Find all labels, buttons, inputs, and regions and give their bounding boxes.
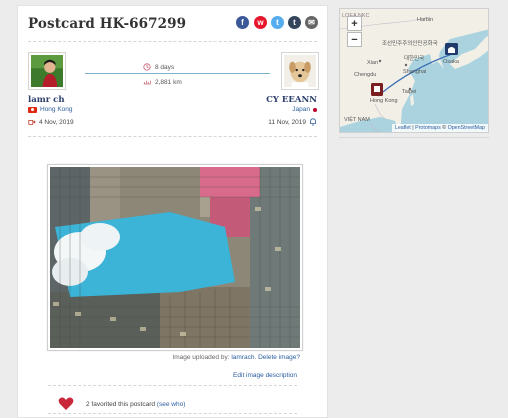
protomaps-link[interactable]: Protomaps [415, 125, 441, 131]
sender-name[interactable]: lamr ch [28, 95, 65, 105]
japan-flag-icon [313, 107, 317, 112]
map-label-taipei: Taipei [402, 89, 417, 95]
profile-divider [28, 136, 317, 137]
twitter-share-icon[interactable]: t [271, 16, 284, 29]
title-divider [28, 41, 317, 42]
weibo-share-icon[interactable]: w [254, 16, 267, 29]
uploaded-prefix: Image uploaded by: [172, 354, 230, 361]
image-upload-info: Image uploaded by: lamrach. Delete image… [172, 354, 300, 361]
travel-distance: 2,881 km [143, 78, 182, 86]
map-label-shanghai: Shanghai [403, 69, 427, 75]
hong-kong-flag-icon [28, 106, 37, 113]
map-zoom-out-button[interactable]: − [347, 32, 362, 47]
heart-icon[interactable] [58, 397, 74, 411]
map-label-vietnam: VIỆT NAM [344, 117, 370, 123]
postcard-image [50, 167, 300, 348]
sent-postcard-icon [28, 120, 36, 125]
uploader-link[interactable]: lamrach [231, 354, 254, 361]
delete-image-link[interactable]: Delete image? [258, 354, 300, 361]
sent-date-label: 4 Nov, 2019 [39, 118, 74, 126]
received-date: 11 Nov, 2019 [268, 118, 317, 126]
edit-image-description-link[interactable]: Edit image description [233, 372, 297, 379]
openstreetmap-link[interactable]: OpenStreetMap [448, 125, 485, 131]
tumblr-share-icon[interactable]: t [288, 16, 301, 29]
receiver-country-label: Japan [292, 106, 310, 113]
sender-avatar[interactable] [28, 52, 66, 90]
travel-line [85, 73, 270, 74]
travel-duration: 8 days [143, 63, 174, 71]
sent-date: 4 Nov, 2019 [28, 118, 74, 126]
route-map[interactable]: LOEA NKC Harbin 조선민주주의인민공화국 대한민국 Xian Sh… [339, 8, 489, 133]
sender-country[interactable]: Hong Kong [28, 106, 73, 113]
page-title: Postcard HK-667299 [28, 16, 187, 32]
receiver-name[interactable]: CY EEANN [266, 95, 317, 105]
receiver-avatar[interactable] [281, 52, 319, 90]
map-label-hong-kong: Hong Kong [370, 98, 398, 104]
map-label-xian: Xian [367, 60, 379, 66]
sender-avatar-image [31, 55, 63, 87]
facebook-share-icon[interactable]: f [236, 16, 249, 29]
map-zoom-in-button[interactable]: + [347, 16, 362, 31]
receiver-country[interactable]: Japan [292, 106, 317, 113]
leaflet-link[interactable]: Leaflet [395, 125, 411, 131]
favorites-bottom-divider [48, 413, 297, 414]
postcard-image-frame[interactable] [47, 164, 303, 351]
distance-icon [143, 80, 151, 85]
favorites-top-divider [48, 385, 297, 386]
map-label-harbin: Harbin [417, 17, 434, 23]
mailbox-icon [310, 118, 316, 126]
favorites-count-text: 2 favorited this postcard [86, 400, 156, 408]
see-who-link[interactable]: (see who) [157, 401, 186, 408]
map-label-osaka: Osaka [443, 59, 459, 65]
sender-country-label: Hong Kong [40, 106, 73, 113]
favorites-row: 2 favorited this postcard (see who) [58, 397, 185, 411]
travel-duration-label: 8 days [155, 63, 175, 71]
travel-distance-label: 2,881 km [155, 78, 182, 86]
clock-icon [143, 63, 151, 71]
map-label-south-korea: 대한민국 [404, 56, 425, 62]
postcard-panel: Postcard HK-667299 f w t t ✉ lamr ch Hon… [17, 5, 328, 418]
map-label-chengdu: Chengdu [354, 72, 377, 78]
map-label-north-korea: 조선민주주의인민공화국 [382, 41, 438, 47]
map-attribution: Leaflet | Protomaps © OpenStreetMap [391, 124, 488, 132]
map-divider [339, 137, 489, 138]
received-date-label: 11 Nov, 2019 [268, 118, 306, 126]
attribution-copyright: © [440, 125, 448, 131]
receiver-avatar-image [284, 55, 316, 87]
email-share-icon[interactable]: ✉ [305, 16, 318, 29]
